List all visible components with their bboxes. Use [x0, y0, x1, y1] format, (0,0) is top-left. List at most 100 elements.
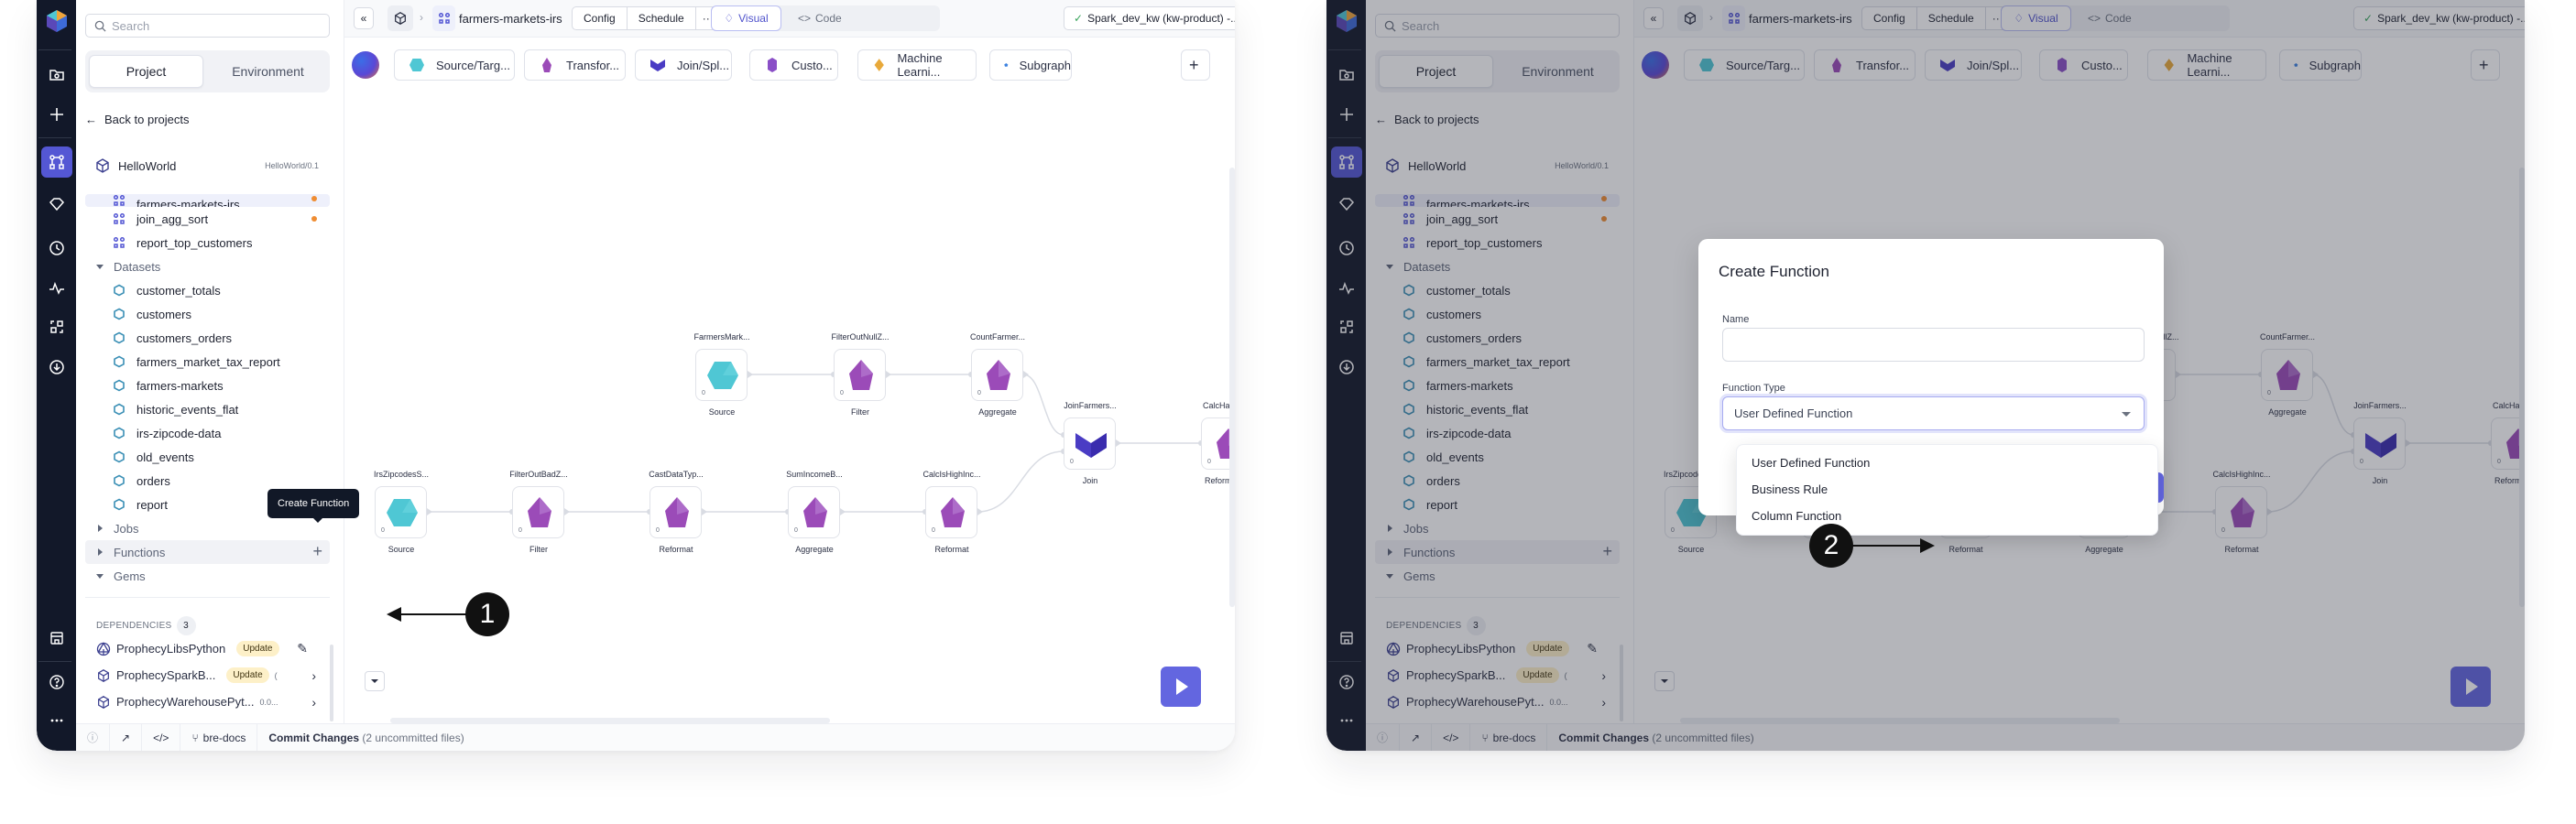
run-button[interactable] [1161, 667, 1201, 707]
tab-project[interactable]: Project [89, 55, 203, 88]
rail-more-button[interactable] [41, 705, 72, 736]
collapse-sidebar-button[interactable]: « [354, 7, 374, 29]
group-label: Functions [114, 545, 166, 559]
function-name-input[interactable] [1722, 328, 2145, 362]
rail-history-button[interactable] [41, 233, 72, 264]
pipeline-header: « › farmers-markets-irs Config Schedule … [344, 0, 1235, 38]
fabric-label: Spark_dev_kw (kw-product) -... [1087, 12, 1235, 25]
branch-selector[interactable]: ⑂ bre-docs [180, 723, 258, 751]
back-to-projects-link[interactable]: ← Back to projects [85, 113, 190, 126]
output-port[interactable] [702, 508, 707, 515]
visual-view-button[interactable]: ♢ Visual [711, 5, 781, 31]
config-button[interactable]: Config [573, 7, 628, 29]
commit-changes-button[interactable]: Commit Changes (2 uncommitted files) [257, 724, 475, 752]
dataset-item[interactable]: old_events [85, 445, 330, 469]
dataset-item[interactable]: irs-zipcode-data [85, 421, 330, 445]
gem-node[interactable]: 0 [512, 486, 564, 538]
copilot-logo-icon[interactable] [352, 51, 379, 79]
rail-deploy-button[interactable] [41, 352, 72, 383]
gem-node[interactable]: 0 [834, 349, 886, 401]
dataset-item[interactable]: farmers-markets [85, 374, 330, 397]
dataset-item[interactable]: customer_totals [85, 278, 330, 302]
chevron-right-icon[interactable]: › [311, 668, 316, 683]
gem-category-button[interactable]: Join/Spl... [635, 49, 732, 81]
vertical-scrollbar[interactable] [1229, 168, 1235, 607]
project-header[interactable]: HelloWorld HelloWorld/0.1 [85, 154, 330, 178]
gem-node[interactable]: 0 [788, 486, 840, 538]
dependency-item[interactable]: ProphecyWarehousePyt... 0.0... › [96, 688, 319, 715]
group-gems[interactable]: Gems [85, 564, 330, 588]
output-port[interactable] [748, 371, 753, 378]
gem-category-button[interactable]: Transfor... [524, 49, 626, 81]
rail-observability-button[interactable] [41, 273, 72, 304]
join-gem-icon [1075, 433, 1107, 458]
info-button[interactable]: ⓘ [76, 723, 111, 751]
code-view-button[interactable]: <> Code [798, 5, 842, 31]
edit-icon[interactable]: ✎ [297, 641, 308, 656]
dependency-item[interactable]: ProphecyLibsPython Update ✎ [96, 635, 319, 662]
output-port[interactable] [886, 371, 891, 378]
rail-help-button[interactable] [41, 667, 72, 698]
function-type-option[interactable]: Column Function [1752, 509, 1841, 523]
dataset-item[interactable]: customers [85, 302, 330, 326]
schedule-button[interactable]: Schedule [628, 7, 696, 29]
function-type-option[interactable]: Business Rule [1752, 482, 1828, 496]
transform-gem-icon [803, 497, 827, 527]
pipeline-item[interactable]: join_agg_sort [85, 207, 330, 231]
dataset-item[interactable]: customers_orders [85, 326, 330, 350]
rail-gems-button[interactable] [41, 189, 72, 220]
group-jobs[interactable]: Jobs [85, 516, 330, 540]
output-port[interactable] [1116, 439, 1121, 447]
source-gem-icon [387, 499, 418, 526]
gem-node[interactable]: 0 [649, 486, 702, 538]
update-badge[interactable]: Update [226, 667, 269, 683]
search-input[interactable]: Search [85, 14, 330, 38]
node-title: CalcIsHighInc... [922, 470, 981, 479]
gem-node[interactable]: 0 [971, 349, 1023, 401]
fabric-selector[interactable]: ✓ Spark_dev_kw (kw-product) -... [1064, 6, 1235, 30]
pipeline-name[interactable]: farmers-markets-irs [459, 12, 562, 26]
function-type-option[interactable]: User Defined Function [1752, 456, 1870, 470]
create-function-button[interactable]: + [312, 543, 322, 559]
pipeline-item[interactable]: farmers-markets-irs [85, 194, 330, 207]
gem-node[interactable]: 0 [1064, 417, 1116, 470]
gem-category-button[interactable]: Subgraph [989, 49, 1072, 81]
tab-environment[interactable]: Environment [211, 55, 325, 88]
gem-category-button[interactable]: Machine Learni... [857, 49, 977, 81]
pipeline-icon [49, 155, 64, 169]
output-port[interactable] [840, 508, 846, 515]
dataset-item[interactable]: farmers_market_tax_report [85, 350, 330, 374]
gem-node[interactable]: 0 [375, 486, 427, 538]
rail-pipelines-button[interactable] [41, 146, 72, 178]
output-port[interactable] [427, 508, 432, 515]
gem-category-button[interactable]: Custo... [749, 49, 838, 81]
rail-marketplace-button[interactable] [41, 623, 72, 654]
rail-create-button[interactable] [41, 99, 72, 130]
code-label: Code [815, 12, 842, 25]
breadcrumb-project[interactable] [387, 5, 413, 31]
code-button[interactable]: </> [142, 723, 181, 751]
rail-browse-button[interactable] [41, 59, 72, 90]
pipeline-item[interactable]: report_top_customers [85, 231, 330, 255]
group-functions[interactable]: Functions + [85, 540, 330, 564]
chevron-right-icon[interactable]: › [311, 695, 316, 710]
function-type-select[interactable]: User Defined Function [1722, 396, 2145, 430]
gem-node[interactable]: 0 [695, 349, 748, 401]
output-port[interactable] [1023, 371, 1029, 378]
add-gem-button[interactable]: + [1181, 49, 1210, 81]
gem-node[interactable]: 0 [925, 486, 977, 538]
dataset-item[interactable]: historic_events_flat [85, 397, 330, 421]
gem-icon [49, 198, 65, 211]
metrics-button[interactable]: ↗ [110, 723, 143, 751]
group-datasets[interactable]: Datasets [85, 255, 330, 278]
rail-lineage-button[interactable] [41, 311, 72, 342]
node-title: CastDataTyp... [649, 470, 704, 479]
gem-category-button[interactable]: Source/Targ... [394, 49, 515, 81]
dependency-item[interactable]: ProphecySparkB... Update (› [96, 662, 319, 688]
transform-gem-icon [849, 360, 873, 390]
output-port[interactable] [564, 508, 570, 515]
update-badge[interactable]: Update [236, 641, 279, 656]
output-port[interactable] [977, 508, 983, 515]
dependencies-scrollbar[interactable] [330, 645, 333, 721]
canvas-options-button[interactable] [365, 671, 385, 691]
